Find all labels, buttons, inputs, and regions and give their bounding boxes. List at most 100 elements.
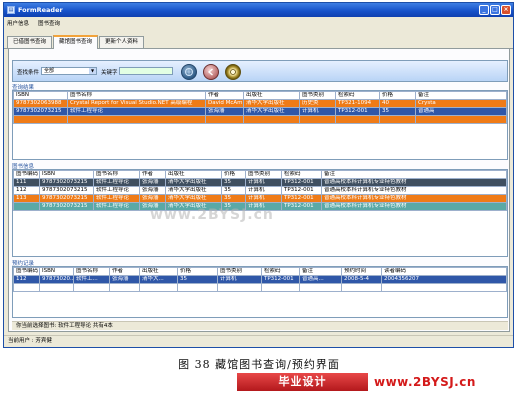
table-cell[interactable]: 9787302073215 bbox=[39, 178, 94, 187]
table-cell[interactable]: David McAmis bbox=[205, 99, 244, 108]
table-row[interactable] bbox=[13, 283, 507, 292]
table-cell[interactable]: 普通高... bbox=[299, 275, 342, 284]
col-isbn[interactable]: ISBN bbox=[39, 267, 74, 276]
col-remark[interactable]: 备注 bbox=[299, 267, 342, 276]
table-cell[interactable] bbox=[13, 202, 40, 211]
table-cell[interactable]: 计算机 bbox=[245, 194, 282, 203]
col-publisher[interactable]: 出版社 bbox=[139, 267, 178, 276]
col-price[interactable]: 价格 bbox=[379, 91, 416, 100]
table-cell[interactable]: TP321-1094 bbox=[335, 99, 380, 108]
table-cell[interactable]: 清华大学出版社 bbox=[165, 194, 222, 203]
table-cell[interactable] bbox=[139, 283, 178, 292]
table-cell[interactable]: TP312-001 bbox=[261, 275, 300, 284]
table-cell[interactable]: 计算机 bbox=[299, 107, 336, 116]
col-title[interactable]: 图书名称 bbox=[73, 267, 110, 276]
minimize-button[interactable]: _ bbox=[479, 5, 489, 15]
table-cell[interactable]: 张海藩 bbox=[139, 186, 166, 195]
col-index-code[interactable]: 检索码 bbox=[335, 91, 380, 100]
table-cell[interactable] bbox=[67, 115, 206, 124]
table-cell[interactable]: 97873020... bbox=[39, 275, 74, 284]
table-cell[interactable]: 2004356207 bbox=[381, 275, 507, 284]
table-row[interactable]: 112 9787302073215 软件工程导论 张海藩 清华大学出版社 35 计算机 TP3… bbox=[13, 186, 507, 195]
table-cell[interactable]: 软件工程导论 bbox=[93, 194, 140, 203]
table-cell[interactable] bbox=[73, 283, 110, 292]
tab-update-profile[interactable]: 更新个人资料 bbox=[99, 36, 145, 48]
table-cell[interactable] bbox=[205, 115, 244, 124]
table-cell[interactable]: 35 bbox=[221, 178, 246, 187]
condition-select[interactable]: 全部 ▼ bbox=[41, 67, 97, 75]
table-cell[interactable] bbox=[415, 115, 507, 124]
table-cell[interactable]: 普通高校本科计算机专业特色教材 bbox=[321, 202, 507, 211]
table-cell[interactable] bbox=[109, 283, 140, 292]
table-cell[interactable] bbox=[177, 283, 218, 292]
table-cell[interactable]: 软件工程导论 bbox=[93, 178, 140, 187]
table-cell[interactable]: 112 bbox=[13, 186, 40, 195]
table-cell[interactable]: 9787302073215 bbox=[39, 186, 94, 195]
table-cell[interactable]: TP312-001 bbox=[281, 194, 322, 203]
menu-item-book-query[interactable]: 图书查询 bbox=[38, 19, 60, 27]
table-cell[interactable]: 2008-5-4 bbox=[341, 275, 382, 284]
table-cell[interactable]: 9787302073215 bbox=[13, 107, 68, 116]
table-row[interactable]: 9787302073215 软件工程导论 张海藩 清华大学出版社 计算机 TP312-00… bbox=[13, 107, 507, 116]
table-cell[interactable] bbox=[335, 115, 380, 124]
table-cell[interactable]: 软件工程导论 bbox=[93, 186, 140, 195]
col-category[interactable]: 图书类别 bbox=[245, 170, 282, 179]
menu-item-user-info[interactable]: 用户信息 bbox=[7, 19, 29, 27]
table-row[interactable]: 113 9787302073215 软件工程导论 张海藩 清华大学出版社 35 计算机 TP3… bbox=[13, 194, 507, 203]
col-publisher[interactable]: 出版社 bbox=[165, 170, 222, 179]
table-row[interactable]: 111 9787302073215 软件工程导论 张海藩 清华大学出版社 35 计算机 TP3… bbox=[13, 178, 507, 187]
table-cell[interactable]: TP312-001 bbox=[281, 178, 322, 187]
table-cell[interactable]: 9787302073215 bbox=[39, 202, 94, 211]
table-cell[interactable] bbox=[261, 283, 300, 292]
col-category[interactable]: 图书类别 bbox=[217, 267, 262, 276]
col-author[interactable]: 作者 bbox=[139, 170, 166, 179]
table-cell[interactable]: 35 bbox=[221, 186, 246, 195]
table-cell[interactable]: 普通高 bbox=[415, 107, 507, 116]
col-price[interactable]: 价格 bbox=[177, 267, 218, 276]
table-cell[interactable]: 112 bbox=[13, 275, 40, 284]
table-row[interactable]: 112 97873020... 软件工... 张海藩 清华大... 35 计算机 TP312-… bbox=[13, 275, 507, 284]
col-author[interactable]: 作者 bbox=[109, 267, 140, 276]
table-cell[interactable]: 9787302073215 bbox=[39, 194, 94, 203]
col-category[interactable]: 图书类别 bbox=[299, 91, 336, 100]
col-remark[interactable]: 备注 bbox=[321, 170, 507, 179]
table-cell[interactable] bbox=[217, 283, 262, 292]
table-cell[interactable] bbox=[381, 283, 507, 292]
table-cell[interactable] bbox=[39, 283, 74, 292]
table-cell[interactable] bbox=[299, 115, 336, 124]
col-isbn[interactable]: ISBN bbox=[13, 91, 68, 100]
table-cell[interactable]: 清华大学出版社 bbox=[243, 107, 300, 116]
table-row[interactable]: 9787302063988 Crystal Report for Visual S… bbox=[13, 99, 507, 108]
table-cell[interactable]: 113 bbox=[13, 194, 40, 203]
table-cell[interactable]: 历史类 bbox=[299, 99, 336, 108]
col-price[interactable]: 价格 bbox=[221, 170, 246, 179]
back-button[interactable] bbox=[203, 64, 219, 80]
reservation-grid[interactable]: 图书编码 ISBN 图书名称 作者 出版社 价格 图书类别 检索码 备注 预约时… bbox=[12, 266, 508, 318]
table-cell[interactable]: 35 bbox=[379, 107, 416, 116]
table-cell[interactable]: 清华大学出版社 bbox=[165, 178, 222, 187]
col-reader-code[interactable]: 读者编码 bbox=[381, 267, 507, 276]
table-cell[interactable]: TP312-001 bbox=[335, 107, 380, 116]
table-cell[interactable]: 清华大... bbox=[139, 275, 178, 284]
table-cell[interactable]: Crystal Report for Visual Studio.NET 高级编… bbox=[67, 99, 206, 108]
table-cell[interactable]: 张海藩 bbox=[139, 194, 166, 203]
table-cell[interactable]: 普通高校本科计算机专业特色教材 bbox=[321, 186, 507, 195]
table-cell[interactable] bbox=[13, 283, 40, 292]
table-cell[interactable]: 软件工程导论 bbox=[93, 202, 140, 211]
table-cell[interactable] bbox=[379, 115, 416, 124]
table-cell[interactable]: 计算机 bbox=[245, 186, 282, 195]
table-cell[interactable]: 清华大学出版社 bbox=[243, 99, 300, 108]
tab-library-books[interactable]: 藏馆图书查询 bbox=[53, 35, 99, 49]
table-cell[interactable]: 9787302063988 bbox=[13, 99, 68, 108]
table-cell[interactable]: 张海藩 bbox=[139, 178, 166, 187]
col-book-code[interactable]: 图书编码 bbox=[13, 170, 40, 179]
table-cell[interactable]: 计算机 bbox=[217, 275, 262, 284]
title-bar[interactable]: ▤ FormReader _ □ × bbox=[4, 3, 513, 17]
table-cell[interactable]: 张海藩 bbox=[109, 275, 140, 284]
col-publisher[interactable]: 出版社 bbox=[243, 91, 300, 100]
search-button[interactable] bbox=[181, 64, 197, 80]
table-cell[interactable] bbox=[341, 283, 382, 292]
col-author[interactable]: 作者 bbox=[205, 91, 244, 100]
table-cell[interactable] bbox=[13, 115, 68, 124]
col-reserve-time[interactable]: 预约时间 bbox=[341, 267, 382, 276]
